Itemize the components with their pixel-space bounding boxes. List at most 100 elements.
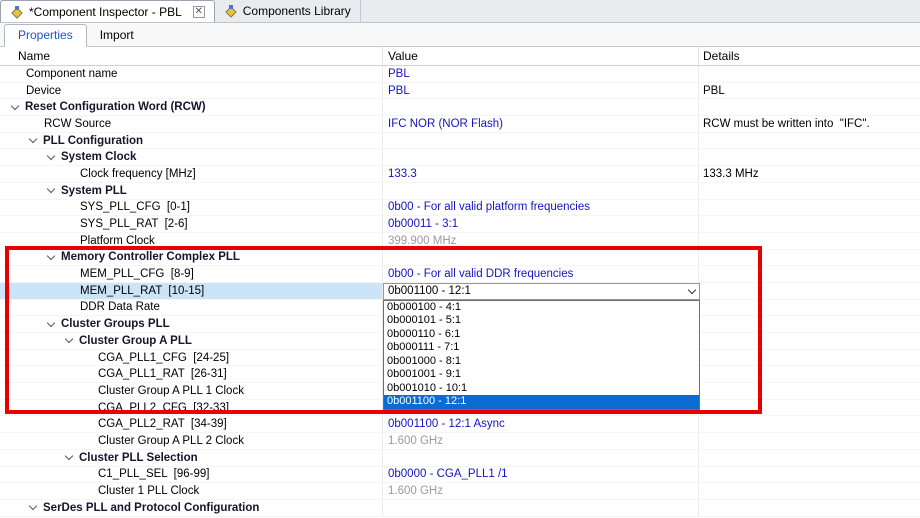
row-label: Cluster Group A PLL [79, 334, 192, 347]
row-value-cell[interactable] [383, 249, 699, 266]
chevron-down-icon[interactable] [28, 501, 38, 511]
table-row[interactable]: Clock frequency [MHz] 133.3 133.3 MHz [0, 166, 920, 183]
table-row[interactable]: CGA_PLL2_RAT [34-39] 0b001100 - 12:1 Asy… [0, 416, 920, 434]
row-details-cell [699, 200, 920, 216]
chevron-down-icon[interactable] [10, 101, 20, 110]
row-details-cell [699, 467, 920, 483]
row-details-cell [699, 366, 920, 382]
tab-component-inspector[interactable]: *Component Inspector - PBL ✕ [0, 0, 215, 22]
row-name-cell: MEM_PLL_CFG [8-9] [0, 266, 383, 282]
row-label: MEM_PLL_RAT [10-15] [80, 284, 205, 297]
table-row[interactable]: SYS_PLL_RAT [2-6] 0b00011 - 3:1 [0, 216, 920, 233]
row-label: System PLL [61, 184, 127, 197]
mem-pll-rat-combobox[interactable]: 0b001100 - 12:1 [383, 283, 700, 300]
chevron-down-icon[interactable] [64, 451, 74, 461]
table-row[interactable]: Cluster Group A PLL 2 Clock 1.600 GHz [0, 433, 920, 450]
table-row[interactable]: Cluster PLL Selection [0, 449, 920, 467]
chevron-down-icon[interactable] [28, 134, 38, 144]
table-row[interactable]: System PLL [0, 182, 920, 200]
row-value-cell[interactable] [383, 132, 699, 149]
row-value-cell[interactable] [383, 449, 699, 466]
row-name-cell: Platform Clock [0, 232, 383, 249]
row-label: SYS_PLL_CFG [0-1] [80, 201, 190, 214]
row-value-cell[interactable]: 399.900 MHz [383, 232, 699, 249]
component-icon [224, 4, 238, 18]
table-row[interactable]: Component name PBL [0, 66, 920, 83]
chevron-down-icon[interactable] [46, 184, 56, 194]
row-value-cell[interactable] [383, 99, 699, 116]
dropdown-option[interactable]: 0b000111 - 7:1 [384, 341, 699, 355]
row-name-cell: CGA_PLL2_RAT [34-39] [0, 416, 383, 433]
table-row[interactable]: Reset Configuration Word (RCW) [0, 99, 920, 117]
row-name-cell: SYS_PLL_RAT [2-6] [0, 216, 383, 232]
dropdown-option[interactable]: 0b001001 - 9:1 [384, 368, 699, 382]
tab-components-library[interactable]: Components Library [215, 0, 361, 22]
dropdown-option[interactable]: 0b000101 - 5:1 [384, 314, 699, 328]
row-value-cell[interactable] [383, 499, 699, 516]
dropdown-option[interactable]: 0b001000 - 8:1 [384, 355, 699, 369]
row-value-cell[interactable]: 0b00011 - 3:1 [383, 216, 699, 232]
table-row[interactable]: Cluster 1 PLL Clock 1.600 GHz [0, 483, 920, 500]
tab-properties[interactable]: Properties [4, 24, 87, 47]
row-label: Clock frequency [MHz] [80, 167, 196, 180]
row-name-cell: Cluster Groups PLL [0, 316, 383, 332]
table-row[interactable]: Memory Controller Complex PLL [0, 249, 920, 267]
table-row[interactable]: PLL Configuration [0, 132, 920, 150]
row-value-cell[interactable]: PBL [383, 66, 699, 82]
tab-label: *Component Inspector - PBL [29, 4, 182, 19]
view-tab-bar: Properties Import [0, 23, 920, 47]
chevron-down-icon[interactable] [46, 251, 56, 261]
row-details-cell [699, 450, 920, 466]
table-row[interactable]: C1_PLL_SEL [96-99] 0b0000 - CGA_PLL1 /1 [0, 466, 920, 484]
row-value-cell[interactable] [383, 182, 699, 199]
table-row[interactable]: System Clock [0, 149, 920, 167]
dropdown-option[interactable]: 0b001100 - 12:1 [384, 395, 699, 409]
table-row[interactable]: MEM_PLL_CFG [8-9] 0b00 - For all valid D… [0, 266, 920, 283]
dropdown-option[interactable]: 0b000110 - 6:1 [384, 328, 699, 342]
chevron-down-icon[interactable] [46, 151, 56, 161]
row-value-cell[interactable]: 1.600 GHz [383, 433, 699, 449]
chevron-down-icon[interactable] [64, 335, 74, 344]
row-name-cell: Reset Configuration Word (RCW) [0, 99, 383, 116]
column-header-name: Name [0, 47, 383, 65]
table-row[interactable]: Platform Clock 399.900 MHz [0, 232, 920, 250]
row-name-cell: C1_PLL_SEL [96-99] [0, 466, 383, 483]
table-row[interactable]: SerDes PLL and Protocol Configuration [0, 499, 920, 517]
row-details-cell [699, 99, 920, 115]
row-details-cell [699, 333, 920, 349]
chevron-down-icon[interactable] [687, 285, 697, 295]
row-value-cell[interactable]: PBL [383, 82, 699, 99]
row-value-cell[interactable]: 0b0000 - CGA_PLL1 /1 [383, 466, 699, 483]
row-name-cell: Component name [0, 66, 383, 82]
row-label: SerDes PLL and Protocol Configuration [43, 501, 260, 514]
tab-import[interactable]: Import [87, 25, 147, 46]
row-label: CGA_PLL2_CFG [32-33] [98, 401, 230, 414]
table-row[interactable]: RCW Source IFC NOR (NOR Flash) RCW must … [0, 116, 920, 133]
row-details-cell [699, 149, 920, 165]
row-value-cell[interactable] [383, 149, 699, 166]
close-icon[interactable]: ✕ [192, 5, 205, 18]
row-value-cell[interactable]: 1.600 GHz [383, 483, 699, 499]
table-row[interactable]: Device PBL PBL [0, 82, 920, 100]
dropdown-option[interactable]: 0b001010 - 10:1 [384, 382, 699, 396]
row-label: CGA_PLL2_RAT [34-39] [98, 418, 227, 431]
row-value-cell[interactable]: 0b001100 - 12:1 Async [383, 416, 699, 433]
row-name-cell: System Clock [0, 149, 383, 166]
chevron-down-icon[interactable] [46, 318, 56, 327]
row-name-cell: DDR Data Rate [0, 299, 383, 316]
row-details-cell: PBL [703, 84, 725, 97]
row-name-cell: RCW Source [0, 116, 383, 132]
table-row[interactable]: SYS_PLL_CFG [0-1] 0b00 - For all valid p… [0, 199, 920, 217]
row-details-cell [699, 183, 920, 199]
row-value-cell[interactable]: 0b00 - For all valid platform frequencie… [383, 199, 699, 216]
row-value-cell[interactable]: 0b00 - For all valid DDR frequencies [383, 266, 699, 282]
row-details-cell [699, 483, 920, 499]
row-label: RCW Source [44, 117, 112, 130]
combobox-value: 0b001100 - 12:1 [388, 285, 471, 298]
row-details-cell [699, 133, 920, 149]
row-name-cell: PLL Configuration [0, 132, 383, 149]
dropdown-option[interactable]: 0b000100 - 4:1 [384, 301, 699, 315]
row-value-cell[interactable]: 133.3 [383, 166, 699, 182]
row-value-cell[interactable]: IFC NOR (NOR Flash) [383, 116, 699, 132]
row-label: DDR Data Rate [80, 301, 160, 314]
